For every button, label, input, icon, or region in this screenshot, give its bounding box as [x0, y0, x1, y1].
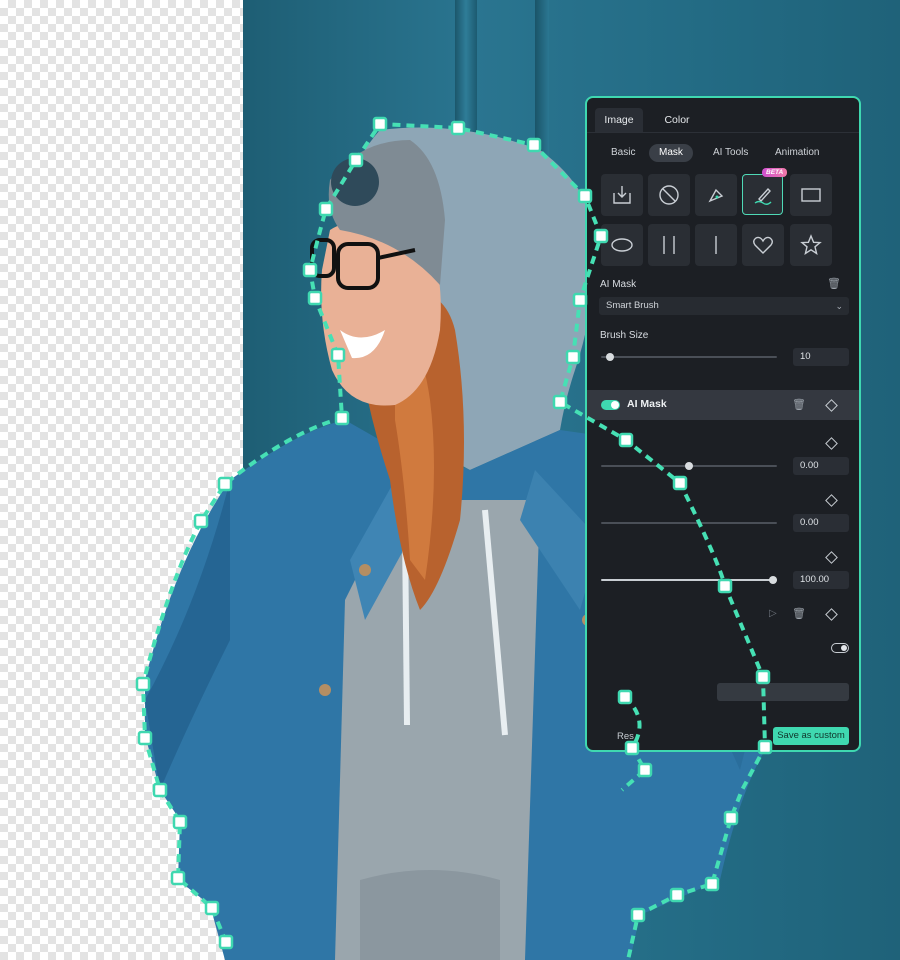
option-toggle[interactable]: [831, 643, 849, 653]
subtab-mask[interactable]: Mask: [649, 144, 693, 162]
pen-icon: [708, 188, 724, 203]
no-mask-icon: [659, 185, 679, 205]
trash-icon[interactable]: 🗑: [792, 607, 806, 620]
parameter-value-input[interactable]: 0.00: [793, 514, 849, 532]
ai-mask-select[interactable]: Smart Brush ⌄: [599, 297, 849, 315]
keyframe-diamond-icon[interactable]: [825, 437, 838, 450]
subtab-basic[interactable]: Basic: [601, 144, 645, 162]
trash-icon[interactable]: 🗑: [827, 277, 841, 290]
rectangle-mask-button[interactable]: [790, 174, 832, 216]
chevron-down-icon: ⌄: [835, 301, 843, 311]
parameter-slider[interactable]: [601, 579, 777, 581]
ai-mask-title: AI Mask: [600, 279, 637, 290]
import-icon: [613, 186, 631, 204]
rectangle-icon: [801, 188, 821, 202]
mask-properties-panel: Image Color Basic Mask AI Tools Animatio…: [585, 96, 861, 752]
import-mask-button[interactable]: [601, 174, 643, 216]
tabs-divider: [587, 132, 859, 133]
brush-size-label: Brush Size: [600, 330, 649, 341]
heart-icon: [753, 236, 773, 254]
smart-brush-icon: [754, 187, 771, 205]
single-line-mask-button[interactable]: [695, 224, 737, 266]
mask-item-label: AI Mask: [627, 398, 667, 410]
ellipse-mask-button[interactable]: [601, 224, 643, 266]
star-icon: [800, 234, 822, 256]
subtab-ai-tools[interactable]: AI Tools: [703, 144, 758, 162]
single-line-icon: [715, 236, 717, 254]
parameter-value-input[interactable]: 100.00: [793, 571, 849, 589]
brush-size-slider[interactable]: [601, 356, 777, 358]
preset-field[interactable]: [717, 683, 849, 701]
play-icon[interactable]: ▷: [769, 608, 777, 619]
ai-mask-select-value: Smart Brush: [606, 300, 659, 311]
ellipse-icon: [611, 238, 633, 252]
brush-size-input[interactable]: 10: [793, 348, 849, 366]
subtab-animation[interactable]: Animation: [765, 144, 829, 162]
mask-enable-toggle[interactable]: [601, 400, 620, 410]
smart-brush-button[interactable]: [742, 174, 783, 215]
trash-icon[interactable]: 🗑: [792, 398, 806, 411]
keyframe-diamond-icon[interactable]: [825, 608, 838, 621]
tab-image[interactable]: Image: [595, 108, 643, 132]
heart-mask-button[interactable]: [742, 224, 784, 266]
beanie-patch: [331, 158, 379, 206]
beta-badge: BETA: [762, 168, 788, 177]
parameter-slider-handle[interactable]: [769, 576, 777, 584]
double-line-mask-button[interactable]: [648, 224, 690, 266]
double-line-icon: [663, 236, 675, 254]
tab-color[interactable]: Color: [653, 108, 701, 132]
parameter-value-input[interactable]: 0.00: [793, 457, 849, 475]
save-as-custom-button[interactable]: Save as custom: [773, 727, 849, 745]
keyframe-diamond-icon[interactable]: [825, 494, 838, 507]
parameter-slider-handle[interactable]: [685, 462, 693, 470]
mask-list-item[interactable]: AI Mask 🗑: [587, 390, 859, 420]
parameter-slider[interactable]: [601, 522, 777, 524]
star-mask-button[interactable]: [790, 224, 832, 266]
keyframe-diamond-icon[interactable]: [825, 551, 838, 564]
keyframe-diamond-icon[interactable]: [825, 399, 838, 412]
pen-mask-button[interactable]: [695, 174, 737, 216]
no-mask-button[interactable]: [648, 174, 690, 216]
brush-size-slider-handle[interactable]: [605, 353, 614, 361]
reset-button[interactable]: Res: [617, 731, 634, 742]
